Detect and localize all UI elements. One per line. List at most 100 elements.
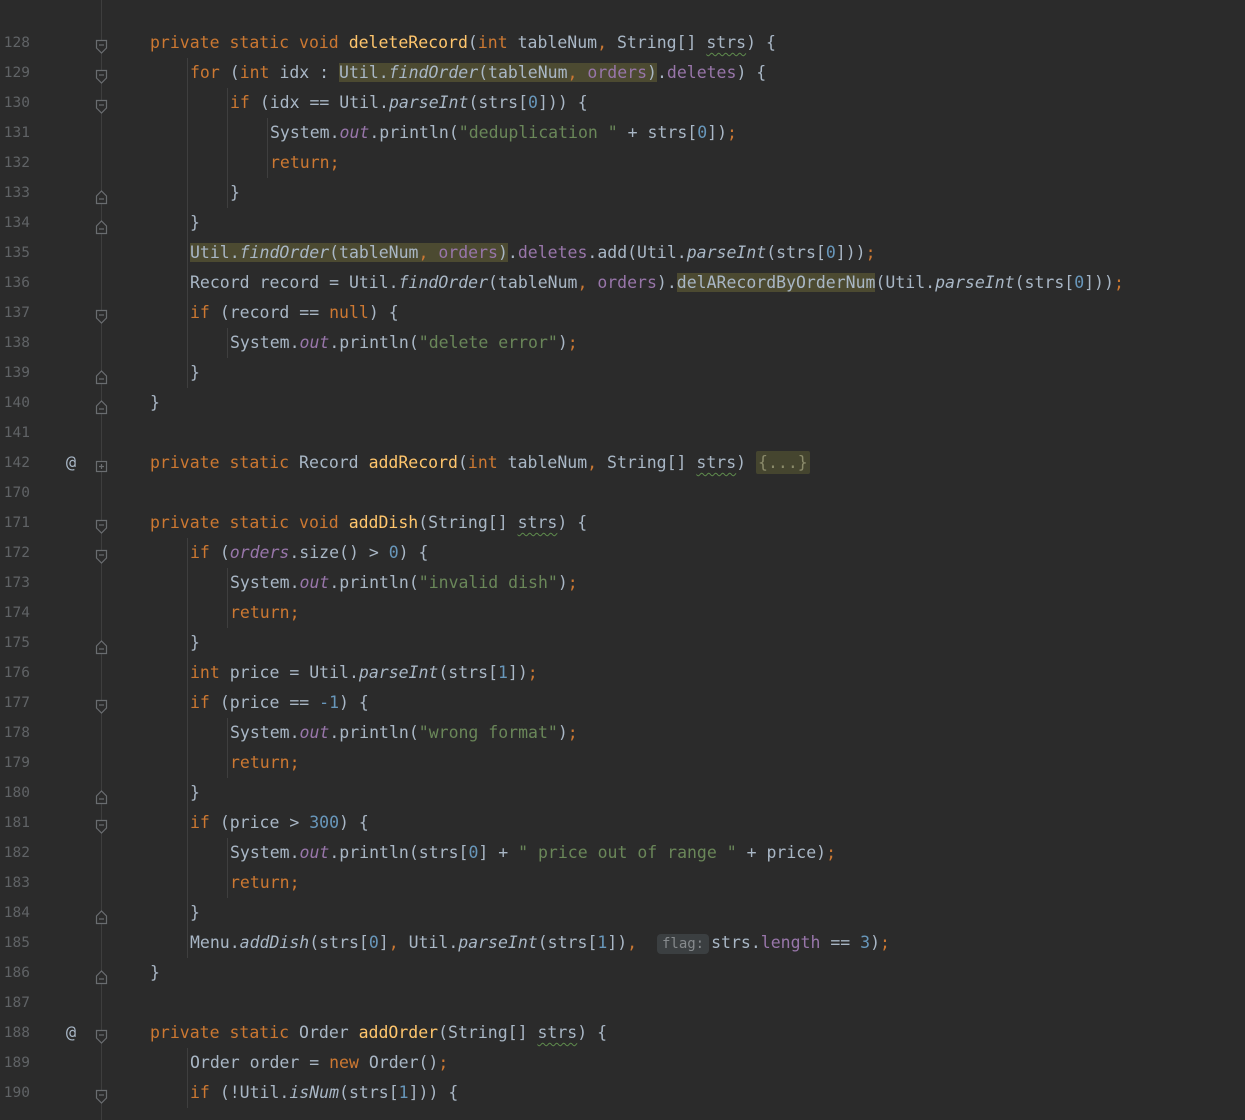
line-number[interactable]: 190 (0, 1078, 30, 1108)
code-text[interactable]: if (idx == Util.parseInt(strs[0])) { (230, 88, 588, 118)
code-line[interactable]: 142 @ private static Record addRecord(int … (0, 448, 1245, 478)
line-number[interactable]: 181 (0, 808, 30, 838)
code-text[interactable]: return; (270, 148, 340, 178)
fold-close-icon[interactable] (95, 215, 108, 235)
code-text[interactable]: System.out.println("deduplication " + st… (270, 118, 737, 148)
fold-close-icon[interactable] (95, 635, 108, 655)
line-number[interactable]: 133 (0, 178, 30, 208)
override-marker-icon[interactable]: @ (58, 1018, 84, 1048)
fold-open-icon[interactable] (95, 1025, 108, 1044)
line-number[interactable]: 173 (0, 568, 30, 598)
line-number[interactable]: 184 (0, 898, 30, 928)
code-text[interactable]: if (!Util.isNum(strs[1])) { (190, 1078, 458, 1108)
fold-close-icon[interactable] (95, 365, 108, 385)
code-text[interactable]: Util.findOrder(tableNum, orders).deletes… (190, 238, 876, 268)
fold-open-icon[interactable] (95, 305, 108, 324)
code-text[interactable]: for (int idx : Util.findOrder(tableNum, … (190, 58, 766, 88)
code-text[interactable]: int price = Util.parseInt(strs[1]); (190, 658, 538, 688)
fold-close-icon[interactable] (95, 785, 108, 805)
line-number[interactable]: 180 (0, 778, 30, 808)
code-line[interactable]: 188 @ private static Order addOrder(String… (0, 1018, 1245, 1048)
code-line[interactable]: 141 (0, 418, 1245, 448)
fold-close-icon[interactable] (95, 905, 108, 925)
code-text[interactable]: System.out.println("wrong format"); (230, 718, 578, 748)
code-line[interactable]: 186} (0, 958, 1245, 988)
code-text[interactable]: System.out.println("invalid dish"); (230, 568, 578, 598)
fold-open-icon[interactable] (95, 815, 108, 834)
line-number[interactable]: 132 (0, 148, 30, 178)
code-text[interactable]: if (price == -1) { (190, 688, 369, 718)
code-text[interactable]: return; (230, 748, 300, 778)
code-text[interactable]: return; (230, 868, 300, 898)
folded-region[interactable]: {...} (756, 451, 810, 474)
code-text[interactable]: } (190, 778, 200, 808)
code-text[interactable]: } (190, 628, 200, 658)
code-text[interactable]: } (190, 208, 200, 238)
line-number[interactable]: 137 (0, 298, 30, 328)
code-line[interactable]: 187 (0, 988, 1245, 1018)
line-number[interactable]: 170 (0, 478, 30, 508)
code-text[interactable]: } (190, 358, 200, 388)
code-line[interactable]: 171 private static void addDish(String[] … (0, 508, 1245, 538)
line-number[interactable]: 131 (0, 118, 30, 148)
code-text[interactable]: return; (230, 598, 300, 628)
line-number[interactable]: 186 (0, 958, 30, 988)
fold-open-icon[interactable] (95, 1085, 108, 1104)
line-number[interactable]: 177 (0, 688, 30, 718)
code-text[interactable]: System.out.println("delete error"); (230, 328, 578, 358)
line-number[interactable]: 141 (0, 418, 30, 448)
code-editor[interactable]: 128 private static void deleteRecord(int … (0, 0, 1245, 1120)
code-text[interactable]: if (price > 300) { (190, 808, 369, 838)
line-number[interactable]: 175 (0, 628, 30, 658)
code-text[interactable]: Record record = Util.findOrder(tableNum,… (190, 268, 1124, 298)
line-number[interactable]: 189 (0, 1048, 30, 1078)
line-number[interactable]: 182 (0, 838, 30, 868)
code-text[interactable]: } (230, 178, 240, 208)
fold-expand-icon[interactable] (95, 455, 108, 473)
code-text[interactable]: private static Record addRecord(int tabl… (150, 448, 810, 478)
code-line[interactable]: 170 (0, 478, 1245, 508)
line-number[interactable]: 179 (0, 748, 30, 778)
code-line[interactable]: 140} (0, 388, 1245, 418)
code-text[interactable]: if (orders.size() > 0) { (190, 538, 428, 568)
line-number[interactable]: 136 (0, 268, 30, 298)
line-number[interactable]: 135 (0, 238, 30, 268)
line-number[interactable]: 134 (0, 208, 30, 238)
fold-open-icon[interactable] (95, 695, 108, 714)
code-text[interactable]: Order order = new Order(); (190, 1048, 448, 1078)
fold-open-icon[interactable] (95, 545, 108, 564)
code-text[interactable]: } (150, 958, 160, 988)
line-number[interactable]: 128 (0, 28, 30, 58)
line-number[interactable]: 139 (0, 358, 30, 388)
line-number[interactable]: 130 (0, 88, 30, 118)
line-number[interactable]: 140 (0, 388, 30, 418)
code-text[interactable]: private static Order addOrder(String[] s… (150, 1018, 607, 1048)
fold-open-icon[interactable] (95, 95, 108, 114)
line-number[interactable]: 185 (0, 928, 30, 958)
code-text[interactable]: Menu.addDish(strs[0], Util.parseInt(strs… (190, 928, 890, 959)
line-number[interactable]: 172 (0, 538, 30, 568)
override-marker-icon[interactable]: @ (58, 448, 84, 478)
line-number[interactable]: 171 (0, 508, 30, 538)
line-number[interactable]: 174 (0, 598, 30, 628)
line-number[interactable]: 188 (0, 1018, 30, 1048)
line-number[interactable]: 183 (0, 868, 30, 898)
line-number[interactable]: 138 (0, 328, 30, 358)
fold-close-icon[interactable] (95, 185, 108, 205)
code-text[interactable]: System.out.println(strs[0] + " price out… (230, 838, 836, 868)
line-number[interactable]: 176 (0, 658, 30, 688)
code-text[interactable]: if (record == null) { (190, 298, 399, 328)
fold-close-icon[interactable] (95, 965, 108, 985)
fold-open-icon[interactable] (95, 35, 108, 54)
code-text[interactable]: } (150, 388, 160, 418)
fold-open-icon[interactable] (95, 515, 108, 534)
line-number[interactable]: 187 (0, 988, 30, 1018)
fold-close-icon[interactable] (95, 395, 108, 415)
code-text[interactable]: private static void addDish(String[] str… (150, 508, 587, 538)
line-number[interactable]: 129 (0, 58, 30, 88)
code-line[interactable]: 128 private static void deleteRecord(int … (0, 28, 1245, 58)
code-text[interactable]: } (190, 898, 200, 928)
line-number[interactable]: 142 (0, 448, 30, 478)
fold-open-icon[interactable] (95, 65, 108, 84)
line-number[interactable]: 178 (0, 718, 30, 748)
